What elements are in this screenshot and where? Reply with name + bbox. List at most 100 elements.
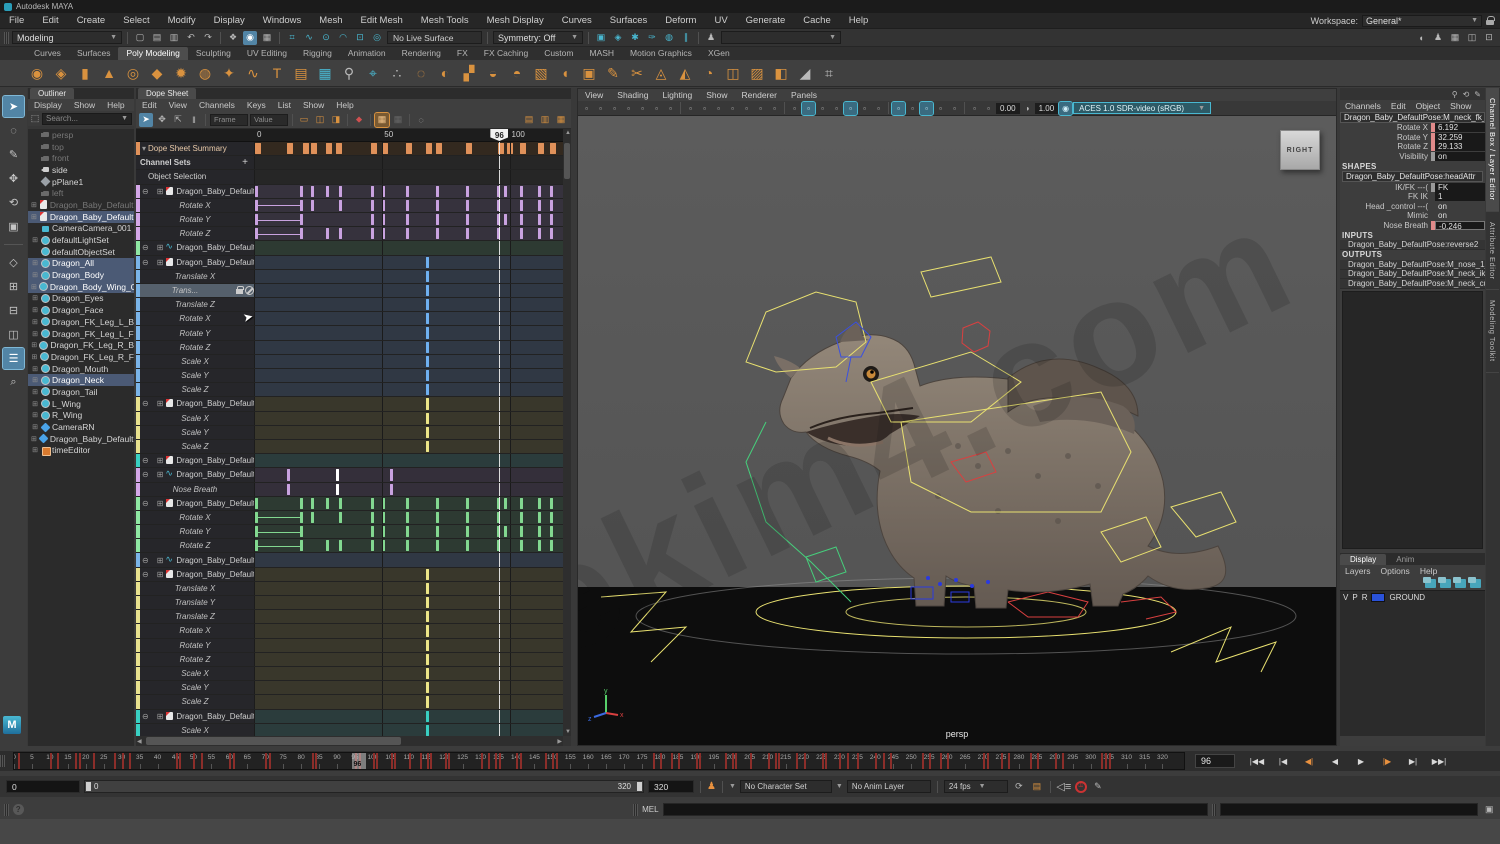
outliner-item-dragon_body[interactable]: ⊞Dragon_Body	[28, 269, 134, 281]
viewport-menu-view[interactable]: View	[578, 90, 610, 100]
snap-curve-icon[interactable]: ∿	[302, 31, 316, 45]
outliner-item-top[interactable]: top	[28, 141, 134, 153]
reduce-icon[interactable]: ▨	[746, 62, 768, 84]
dope-channel-row[interactable]: Rotate Y	[136, 525, 563, 539]
play-forward-button[interactable]: ▶	[1349, 754, 1373, 769]
keyframe[interactable]	[466, 498, 469, 509]
expand-icon[interactable]: ⊞	[31, 446, 39, 454]
crease-icon[interactable]: ◭	[674, 62, 696, 84]
keyframe[interactable]	[287, 469, 290, 480]
dope-channel-row[interactable]: Scale X	[136, 667, 563, 681]
dope-key-lane[interactable]	[255, 695, 563, 708]
collapse-icon[interactable]: ⊖	[142, 470, 149, 479]
keyframe[interactable]	[311, 498, 314, 509]
dope-channel-row[interactable]: Scale X	[136, 412, 563, 426]
extrude-icon[interactable]: ▣	[578, 62, 600, 84]
playhead-flag[interactable]: 96	[490, 129, 508, 141]
shaded-icon[interactable]: ▫	[802, 102, 815, 115]
collapse-icon[interactable]: ⊖	[142, 556, 149, 565]
dope-menu-show[interactable]: Show	[297, 100, 330, 110]
shelf-tab-fx[interactable]: FX	[449, 47, 476, 60]
open-scene-icon[interactable]: ▤	[150, 31, 164, 45]
film-gate-icon[interactable]: ▫	[698, 102, 711, 115]
dope-channel-row[interactable]: Scale Z	[136, 695, 563, 709]
pencil-icon[interactable]: ✎	[1474, 90, 1481, 99]
shelf-tab-poly-modeling[interactable]: Poly Modeling	[118, 47, 187, 60]
keyframe[interactable]	[326, 228, 329, 239]
select-component-icon[interactable]: ▦	[260, 31, 274, 45]
field-chart-icon[interactable]: ▫	[740, 102, 753, 115]
horizontal-scrollbar[interactable]: ◀ ▶	[136, 736, 563, 746]
platonic-solid-icon[interactable]: ◍	[194, 62, 216, 84]
keyframe[interactable]	[406, 186, 409, 197]
go-to-start-button[interactable]: |◀◀	[1245, 754, 1269, 769]
keyframe[interactable]	[550, 186, 553, 197]
channel-attr-row[interactable]: Mimicon	[1340, 211, 1485, 221]
dope-channel-row[interactable]: Translate Y	[136, 596, 563, 610]
outliner-item-dragon_body_wing_o[interactable]: ⊞Dragon_Body_Wing_O	[28, 281, 134, 293]
outliner-item-r_wing[interactable]: ⊞R_Wing	[28, 410, 134, 422]
layer-tab-anim[interactable]: Anim	[1386, 554, 1424, 565]
character-set-dropdown[interactable]: No Character Set	[740, 780, 832, 793]
keyframe[interactable]	[426, 398, 429, 409]
keyframe[interactable]	[426, 342, 429, 353]
keyframe[interactable]	[371, 228, 374, 239]
poly-cube-icon[interactable]: ◈	[50, 62, 72, 84]
keyframe[interactable]	[426, 356, 429, 367]
keyframe[interactable]	[426, 668, 429, 679]
camera-attrs-icon[interactable]: ▫	[608, 102, 621, 115]
paint-effects-icon[interactable]: ✑	[645, 31, 659, 45]
scale-keys-icon[interactable]: ⇱	[171, 113, 185, 127]
dope-section-row[interactable]: ⊖⊞Dragon_Baby_DefaultPose	[136, 454, 563, 468]
keyframe[interactable]	[406, 228, 409, 239]
keyframe[interactable]	[538, 540, 541, 551]
ik-handle-icon[interactable]: ⌖	[362, 62, 384, 84]
reset-icon[interactable]: ⟲	[1463, 90, 1470, 99]
keyframe[interactable]	[326, 540, 329, 551]
keyframe[interactable]	[436, 186, 439, 197]
range-end-handle[interactable]	[637, 782, 642, 791]
keyframe[interactable]	[311, 186, 314, 197]
keyframe[interactable]	[426, 725, 429, 736]
value-field[interactable]: Value	[250, 114, 288, 126]
pause-viewport-icon[interactable]: ∥	[679, 31, 693, 45]
viewport-canvas[interactable]: ekim4.com	[578, 116, 1336, 745]
expand-icon[interactable]: ⊞	[31, 259, 39, 267]
outliner-item-side[interactable]: side	[28, 164, 134, 176]
expand-icon[interactable]: ⊞	[31, 294, 39, 302]
select-object-icon[interactable]: ◉	[243, 31, 257, 45]
dope-channel-row[interactable]: Scale X	[136, 355, 563, 369]
keyframe[interactable]	[339, 512, 342, 523]
keyframe[interactable]	[303, 143, 309, 154]
dope-channel-row[interactable]: Rotate Z	[136, 227, 563, 241]
maya-m-icon[interactable]: M	[3, 716, 21, 734]
gamma-value[interactable]: 1.00	[1035, 103, 1059, 114]
character-set-icon[interactable]: ♟	[707, 781, 716, 792]
layer-menu-help[interactable]: Help	[1415, 566, 1442, 576]
attr-value[interactable]: 1	[1435, 192, 1485, 201]
layer-playback-toggle[interactable]: P	[1352, 593, 1357, 602]
shelf-tab-rigging[interactable]: Rigging	[295, 47, 340, 60]
dope-section-row[interactable]: ⊖⊞Dragon_Baby_DefaultPose	[136, 468, 563, 482]
keyframe[interactable]	[550, 214, 553, 225]
keyframe[interactable]	[466, 143, 472, 154]
layout-single-pane[interactable]: ◇	[3, 252, 24, 273]
keyframe[interactable]	[520, 526, 523, 537]
dope-summary-row[interactable]: ▾Dope Sheet Summary	[136, 142, 563, 156]
redo-icon[interactable]: ↷	[201, 31, 215, 45]
keyframe[interactable]	[311, 143, 317, 154]
poly-cylinder-icon[interactable]: ▮	[74, 62, 96, 84]
channel-attr-row[interactable]: Visibilityon	[1340, 152, 1485, 162]
sidebar-tab-channel-box-layer-editor[interactable]: Channel Box / Layer Editor	[1486, 88, 1499, 212]
poly-disc-icon[interactable]: ✹	[170, 62, 192, 84]
dope-key-lane[interactable]	[255, 341, 563, 354]
shelf-tab-surfaces[interactable]: Surfaces	[69, 47, 119, 60]
keyframe[interactable]	[550, 228, 553, 239]
dope-section-row[interactable]: ⊖⊞Dragon_Baby_DefaultPose	[136, 568, 563, 582]
keyframe[interactable]	[466, 526, 469, 537]
boolean-icon[interactable]: ◫	[722, 62, 744, 84]
grid-layout-icon[interactable]: ▦	[1448, 31, 1462, 45]
dope-key-lane[interactable]	[255, 568, 563, 581]
keyframe[interactable]	[339, 200, 342, 211]
dope-channel-row[interactable]: Rotate X	[136, 199, 563, 213]
